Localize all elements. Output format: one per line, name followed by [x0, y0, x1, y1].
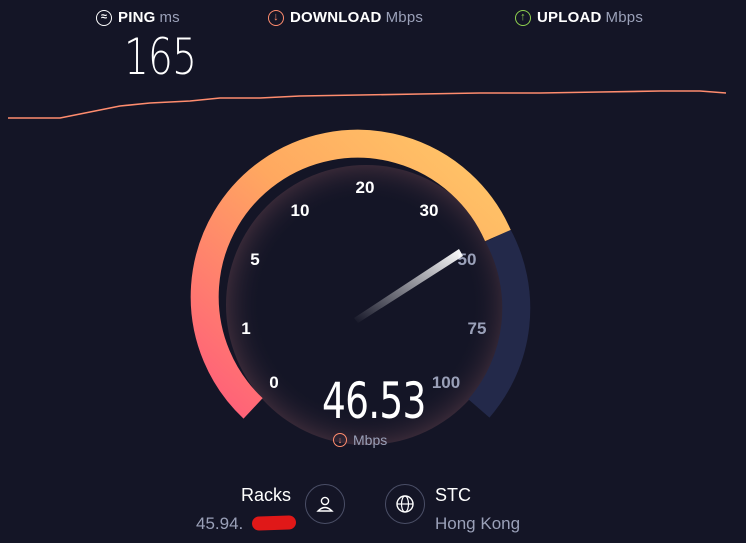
speed-unit-row: ↓ Mbps [333, 432, 387, 448]
gauge-tick: 30 [420, 201, 439, 220]
server-name: STC [435, 485, 471, 505]
client-name: Racks [241, 485, 292, 505]
server-location: Hong Kong [435, 514, 521, 533]
download-arrow-icon: ↓ [333, 433, 347, 447]
download-graph-line [8, 90, 727, 119]
globe-icon[interactable] [385, 484, 425, 524]
client-ip: 45.94. [196, 514, 244, 533]
gauge-tick: 20 [356, 178, 375, 197]
redaction-mark [251, 515, 297, 531]
gauge-tick: 0 [269, 373, 278, 392]
speed-unit: Mbps [353, 432, 388, 448]
speed-graphics: 0 1 5 10 20 30 50 75 100 [8, 90, 727, 445]
gauge-tick: 5 [250, 250, 259, 269]
gauge-tick: 10 [291, 201, 310, 220]
gauge-tick: 75 [468, 319, 487, 338]
speed-value: 46.53 [322, 372, 426, 430]
gauge-tick: 100 [432, 373, 460, 392]
gauge-tick: 1 [241, 319, 250, 338]
user-icon[interactable] [305, 484, 345, 524]
